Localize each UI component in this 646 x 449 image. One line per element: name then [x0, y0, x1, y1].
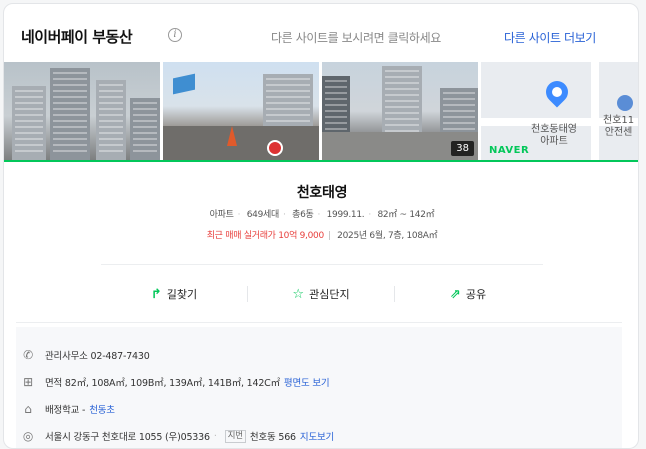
- share-button[interactable]: ⇗ 공유: [395, 274, 541, 314]
- photo-thumbnail[interactable]: [163, 62, 319, 160]
- accent-bar: [4, 160, 638, 162]
- office-phone[interactable]: 관리사무소 02-487-7430: [45, 348, 150, 362]
- complex-name: 천호태영: [296, 185, 348, 201]
- photo-count-badge: 38: [451, 141, 474, 156]
- route-icon: ↱: [150, 286, 162, 302]
- fire-station-icon: [617, 95, 633, 111]
- hint-text: 다른 사이트를 보시려면 클릭하세요: [271, 31, 441, 45]
- office-row: ✆ 관리사무소 02-487-7430: [20, 346, 150, 364]
- info-icon[interactable]: i: [168, 28, 182, 42]
- jibun-address: 천호동 566: [249, 432, 296, 443]
- directions-button[interactable]: ↱ 길찾기: [101, 274, 247, 314]
- share-icon: ⇗: [449, 286, 461, 302]
- trade-price: 최근 매매 실거래가 10억 9,000: [206, 231, 324, 241]
- meta-households: 649세대: [246, 210, 280, 220]
- floorplan-icon: ⊞: [23, 375, 33, 389]
- school-row: ⌂ 배정학교 - 천동초: [20, 400, 115, 418]
- area-row: ⊞ 면적 82㎡, 108A㎡, 109B㎡, 139A㎡, 141B㎡, 14…: [20, 373, 330, 391]
- share-label: 공유: [465, 288, 487, 301]
- map-link[interactable]: 지도보기: [300, 429, 334, 443]
- recent-trade: 최근 매매 실거래가 10억 9,000 | 2025년 6월, 7층, 108A…: [206, 231, 438, 241]
- meta-buildings: 총6동: [292, 210, 314, 220]
- road-address: 서울시 강동구 천호대로 1055 (우)05336: [45, 432, 210, 443]
- meta-built: 1999.11.: [326, 210, 365, 220]
- real-estate-card: 네이버페이 부동산 i 다른 사이트를 보시려면 클릭하세요 다른 사이트 더보…: [3, 3, 639, 449]
- map-thumbnail[interactable]: 천호동태영 아파트 천호11 안전센 NAVER: [481, 62, 638, 160]
- action-bar: ↱ 길찾기 ☆ 관심단지 ⇗ 공유: [101, 274, 541, 314]
- map-side-label: 천호11 안전센: [603, 115, 635, 138]
- meta-type: 아파트: [209, 210, 234, 220]
- more-sites-link[interactable]: 다른 사이트 더보기: [504, 29, 596, 46]
- photo-thumbnail[interactable]: [4, 62, 160, 160]
- school-prefix: 배정학교 -: [45, 405, 86, 416]
- jibun-tag: 지번: [224, 429, 246, 443]
- area-list: 면적 82㎡, 108A㎡, 109B㎡, 139A㎡, 141B㎡, 142C…: [45, 378, 280, 389]
- divider: [16, 322, 622, 323]
- school-icon: ⌂: [24, 402, 32, 416]
- floorplan-link[interactable]: 평면도 보기: [284, 375, 330, 389]
- complex-meta: 아파트 · 649세대 · 총6동 · 1999.11. · 82㎡ ~ 142㎡: [209, 210, 435, 220]
- meta-area: 82㎡ ~ 142㎡: [377, 210, 435, 220]
- map-pin-icon: [541, 76, 573, 108]
- directions-label: 길찾기: [166, 288, 198, 301]
- photo-thumbnail[interactable]: 38: [322, 62, 478, 160]
- address-row: ◎ 서울시 강동구 천호대로 1055 (우)05336 · 지번 천호동 56…: [20, 427, 334, 445]
- divider: [101, 264, 543, 265]
- location-icon: ◎: [22, 429, 34, 443]
- star-icon: ☆: [292, 286, 305, 302]
- trade-detail: 2025년 6월, 7층, 108A㎡: [337, 231, 438, 241]
- phone-icon: ✆: [23, 348, 33, 362]
- photo-strip: 38 천호동태영 아파트 천호11 안전센 NAVER: [4, 62, 638, 160]
- school-link[interactable]: 천동초: [89, 402, 115, 416]
- naver-logo: NAVER: [489, 145, 530, 156]
- info-section: ✆ 관리사무소 02-487-7430 ⊞ 면적 82㎡, 108A㎡, 109…: [16, 327, 622, 448]
- card-header: 네이버페이 부동산 i 다른 사이트를 보시려면 클릭하세요 다른 사이트 더보…: [4, 4, 638, 62]
- brand-title[interactable]: 네이버페이 부동산: [21, 26, 133, 47]
- map-pin-label: 천호동태영 아파트: [531, 124, 577, 147]
- favorite-button[interactable]: ☆ 관심단지: [248, 274, 394, 314]
- favorite-label: 관심단지: [309, 288, 350, 301]
